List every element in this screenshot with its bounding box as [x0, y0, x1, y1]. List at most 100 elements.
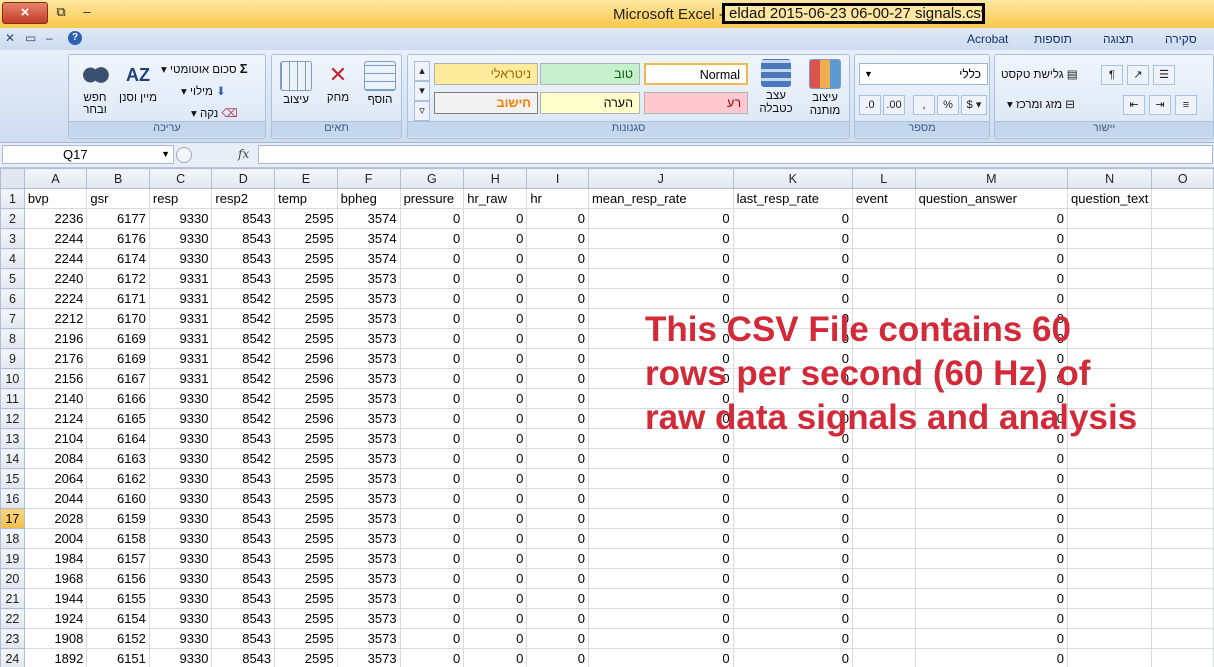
data-cell[interactable]: 9330: [148, 588, 213, 609]
data-cell[interactable]: 0: [526, 428, 589, 449]
data-cell[interactable]: 0: [463, 388, 528, 409]
data-cell[interactable]: [1151, 628, 1214, 649]
data-cell[interactable]: 8543: [211, 208, 276, 229]
data-cell[interactable]: [851, 488, 916, 509]
fill-button[interactable]: ▾ מילוי ⬇: [181, 84, 226, 98]
data-cell[interactable]: 0: [463, 508, 528, 529]
data-cell[interactable]: 0: [399, 448, 465, 469]
data-cell[interactable]: 9330: [148, 608, 213, 629]
data-cell[interactable]: 8543: [211, 588, 276, 609]
header-cell[interactable]: last_resp_rate: [732, 188, 853, 209]
data-cell[interactable]: 2595: [274, 428, 338, 449]
column-header[interactable]: H: [463, 168, 528, 189]
data-cell[interactable]: 0: [732, 448, 853, 469]
data-cell[interactable]: 9331: [148, 268, 213, 289]
data-cell[interactable]: 2595: [274, 628, 338, 649]
row-header[interactable]: 7: [0, 308, 25, 329]
data-cell[interactable]: [1151, 488, 1214, 509]
data-cell[interactable]: 2140: [23, 388, 88, 409]
data-cell[interactable]: [1151, 288, 1214, 309]
data-cell[interactable]: 0: [526, 528, 589, 549]
column-header[interactable]: E: [274, 168, 338, 189]
data-cell[interactable]: 3573: [336, 588, 401, 609]
decrease-decimal-icon[interactable]: .00: [883, 95, 905, 115]
data-cell[interactable]: 0: [463, 308, 528, 329]
data-cell[interactable]: 2596: [274, 348, 338, 369]
header-cell[interactable]: bpheg: [336, 188, 401, 209]
data-cell[interactable]: 0: [526, 268, 589, 289]
data-cell[interactable]: 0: [526, 328, 589, 349]
data-cell[interactable]: 0: [914, 268, 1069, 289]
orientation-icon[interactable]: ↗: [1127, 65, 1149, 85]
data-cell[interactable]: 2104: [23, 428, 88, 449]
data-cell[interactable]: 8543: [211, 468, 276, 489]
data-cell[interactable]: 0: [526, 508, 589, 529]
header-cell[interactable]: question_text: [1067, 188, 1153, 209]
data-cell[interactable]: 0: [587, 248, 734, 269]
data-cell[interactable]: 0: [463, 328, 528, 349]
data-cell[interactable]: 0: [463, 628, 528, 649]
data-cell[interactable]: 0: [732, 548, 853, 569]
column-header[interactable]: N: [1067, 168, 1153, 189]
comma-style-icon[interactable]: ,: [913, 95, 935, 115]
row-header[interactable]: 1: [0, 188, 25, 209]
data-cell[interactable]: 9331: [148, 368, 213, 389]
data-cell[interactable]: 8543: [211, 428, 276, 449]
data-cell[interactable]: 2156: [23, 368, 88, 389]
data-cell[interactable]: [1067, 648, 1153, 667]
data-cell[interactable]: 9330: [148, 208, 213, 229]
minimize-workbook-icon[interactable]: –: [46, 31, 53, 45]
data-cell[interactable]: 6174: [86, 248, 150, 269]
column-header[interactable]: F: [336, 168, 401, 189]
data-cell[interactable]: [851, 268, 916, 289]
row-header[interactable]: 2: [0, 208, 25, 229]
data-cell[interactable]: [1151, 468, 1214, 489]
data-cell[interactable]: 3573: [336, 628, 401, 649]
data-cell[interactable]: 0: [587, 588, 734, 609]
row-header[interactable]: 22: [0, 608, 25, 629]
increase-indent-icon[interactable]: ⇥: [1149, 95, 1171, 115]
data-cell[interactable]: 0: [526, 468, 589, 489]
data-cell[interactable]: [851, 648, 916, 667]
header-cell[interactable]: hr: [526, 188, 589, 209]
data-cell[interactable]: 9330: [148, 528, 213, 549]
data-cell[interactable]: 0: [914, 468, 1069, 489]
data-cell[interactable]: 0: [914, 228, 1069, 249]
data-cell[interactable]: 9330: [148, 408, 213, 429]
data-cell[interactable]: 0: [399, 208, 465, 229]
data-cell[interactable]: 0: [914, 608, 1069, 629]
data-cell[interactable]: 3573: [336, 548, 401, 569]
row-header[interactable]: 11: [0, 388, 25, 409]
data-cell[interactable]: 1892: [23, 648, 88, 667]
data-cell[interactable]: 0: [463, 548, 528, 569]
data-cell[interactable]: [1151, 248, 1214, 269]
header-cell[interactable]: [1151, 188, 1214, 209]
paragraph-direction-icon[interactable]: ¶: [1101, 65, 1123, 85]
data-cell[interactable]: 0: [914, 568, 1069, 589]
data-cell[interactable]: [1151, 228, 1214, 249]
data-cell[interactable]: 0: [587, 528, 734, 549]
data-cell[interactable]: 3574: [336, 228, 401, 249]
data-cell[interactable]: 6177: [86, 208, 150, 229]
row-header[interactable]: 4: [0, 248, 25, 269]
data-cell[interactable]: [851, 608, 916, 629]
data-cell[interactable]: 0: [399, 328, 465, 349]
data-cell[interactable]: 6157: [86, 548, 150, 569]
header-cell[interactable]: bvp: [23, 188, 88, 209]
data-cell[interactable]: 0: [526, 588, 589, 609]
data-cell[interactable]: 3573: [336, 348, 401, 369]
data-cell[interactable]: [1151, 208, 1214, 229]
data-cell[interactable]: 0: [732, 228, 853, 249]
insert-cells-button[interactable]: הוסף: [359, 61, 401, 106]
data-cell[interactable]: 0: [732, 468, 853, 489]
data-cell[interactable]: 3573: [336, 568, 401, 589]
row-header[interactable]: 19: [0, 548, 25, 569]
data-cell[interactable]: 0: [587, 288, 734, 309]
row-header[interactable]: 18: [0, 528, 25, 549]
data-cell[interactable]: 6163: [86, 448, 150, 469]
data-cell[interactable]: 0: [399, 368, 465, 389]
style-note[interactable]: הערה: [540, 92, 640, 114]
data-cell[interactable]: 0: [914, 548, 1069, 569]
data-cell[interactable]: 2595: [274, 488, 338, 509]
data-cell[interactable]: 8543: [211, 228, 276, 249]
